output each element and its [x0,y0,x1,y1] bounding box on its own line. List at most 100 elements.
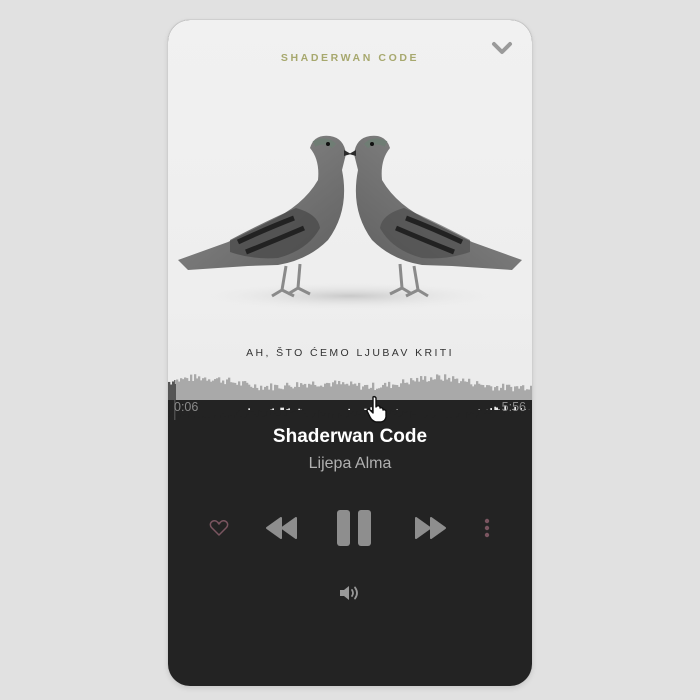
waveform-bar-bottom [304,400,307,414]
waveform-bar-top [370,387,373,400]
waveform-bar-bottom [474,400,477,420]
waveform-bar-bottom [318,400,321,411]
more-options-button[interactable] [478,506,496,550]
waveform-bar-top [194,374,197,400]
waveform-bar-top [306,387,309,400]
waveform-bar-top [226,379,229,400]
waveform-bar-bottom [202,400,205,417]
album-brand-text: SHADERWAN CODE [280,52,420,64]
volume-button[interactable] [338,583,362,603]
waveform-bar-top [388,381,391,400]
waveform-bar-top [296,382,299,400]
waveform-bar-top [262,389,265,400]
waveform-bar-top [434,379,437,400]
waveform-bar-bottom [478,400,481,410]
waveform-bar-bottom [372,400,375,413]
waveform-bar-top [358,382,361,400]
waveform-bar-top [342,382,345,400]
waveform-bar-bottom [284,400,287,416]
waveform-bar-top [408,384,411,400]
waveform-bar-top [316,386,319,400]
waveform-bar-bottom [366,400,369,409]
next-button[interactable] [412,506,448,550]
waveform-bar-top [222,380,225,400]
waveform-bar-top [278,388,281,400]
music-player-card: SHADERWAN CODE AH, ŠTO ĆEMO LJUBAV KRITI… [168,20,532,686]
waveform-bar-top [182,379,185,400]
waveform-bar-bottom [466,400,469,413]
waveform-bar-bottom [238,400,241,411]
waveform-bar-top [230,382,233,400]
waveform-bar-top [418,381,421,400]
previous-button[interactable] [264,506,300,550]
waveform-bar-top [190,374,193,400]
waveform-bar-bottom [378,400,381,415]
waveform-bar-bottom [342,400,345,418]
waveform-bar-bottom [314,400,317,414]
waveform-bar-bottom [258,400,261,411]
waveform-bar-top [502,383,505,400]
waveform-seekbar[interactable] [168,360,532,430]
waveform-bar-bottom [324,400,327,414]
waveform-bar-bottom [418,400,421,420]
waveform-bar-top [486,385,489,400]
waveform-bar-top [430,377,433,400]
waveform-bar-top [338,380,341,400]
waveform-bar-bottom [288,400,291,409]
waveform-bar-bottom [490,400,493,409]
waveform-bar-top [386,386,389,400]
waveform-bar-bottom [244,400,247,418]
waveform-bar-top [332,382,335,400]
volume-icon [340,586,358,600]
waveform-bar-bottom [370,400,373,408]
waveform-bar-top [340,384,343,400]
waveform-bar-top [282,389,285,400]
play-pause-button[interactable] [334,506,374,550]
waveform-bar-bottom [168,400,171,417]
waveform-bar-bottom [386,400,389,413]
waveform-bar-bottom [434,400,437,416]
waveform-bar-bottom [330,400,333,419]
waveform-bar-bottom [456,400,459,417]
waveform-bar-top [400,383,403,400]
collapse-button[interactable] [490,38,514,58]
waveform-bar-bottom [528,400,531,410]
waveform-bar-bottom [526,400,529,411]
waveform-bar-bottom [396,400,399,410]
waveform-bar-bottom [362,400,365,418]
waveform-bar-top [490,386,493,400]
waveform-bar-top [422,379,425,400]
waveform-bar-top [326,382,329,400]
waveform-bar-bottom [530,400,532,413]
waveform-bar-top [406,382,409,400]
waveform-bar-bottom [404,400,407,413]
waveform-bar-top [276,385,279,400]
waveform-bar-bottom [354,400,357,416]
waveform-bar-bottom [398,400,401,417]
waveform-bar-top [220,382,223,400]
waveform-bar-top [242,381,245,400]
like-button[interactable] [206,506,232,550]
waveform-bar-top [308,383,311,400]
waveform-bar-bottom [262,400,265,417]
waveform-bar-bottom [344,400,347,419]
waveform-bar-bottom [464,400,467,421]
waveform-bar-bottom [472,400,475,414]
waveform-bar-bottom [428,400,431,422]
waveform-bar-top [184,377,187,400]
waveform-bar-bottom [328,400,331,414]
waveform-bar-bottom [406,400,409,412]
waveform-bar-top [202,378,205,400]
waveform-bar-top [420,376,423,400]
waveform-bar-top [374,390,377,400]
waveform-bar-top [376,388,379,400]
waveform-bar-top [412,380,415,400]
waveform-bar-top [240,385,243,400]
waveform-bar-bottom [390,400,393,411]
waveform-bar-top [492,390,495,400]
waveform-bar-top [380,387,383,400]
current-time: 0:06 [174,400,199,414]
waveform-bar-top [458,383,461,400]
waveform-bar-bottom [230,400,233,416]
waveform-bar-bottom [492,400,495,412]
